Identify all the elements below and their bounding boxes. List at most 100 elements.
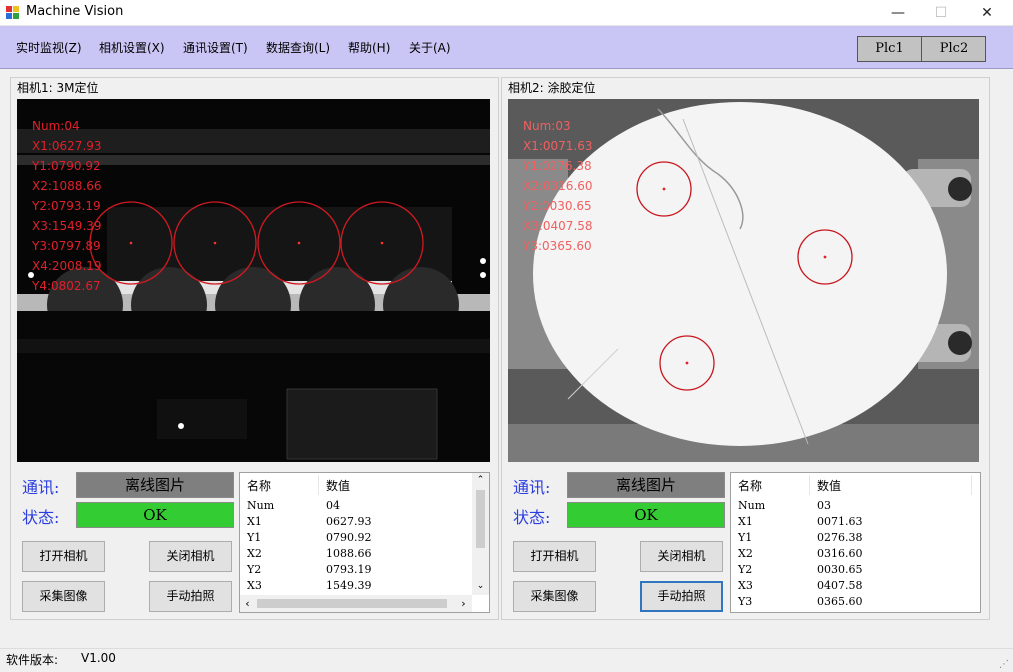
version-label: 软件版本: (6, 653, 59, 667)
table-cell-value: 0316.60 (817, 547, 863, 560)
plc2-button[interactable]: Plc2 (922, 37, 986, 61)
camera1-overlay-y1: Y1:0790.92 (32, 159, 101, 173)
camera1-open-camera-button[interactable]: 打开相机 (22, 541, 105, 572)
camera2-status-value: OK (567, 502, 725, 528)
status-bar: 软件版本: V1.00 ⋰ (0, 648, 1013, 672)
camera1-comm-label: 通讯: (22, 478, 60, 497)
menu-about[interactable]: 关于(A) (409, 39, 451, 56)
table-cell-name: X3 (738, 579, 753, 592)
plc1-button[interactable]: Plc1 (858, 37, 922, 61)
scrollbar-thumb[interactable] (476, 490, 485, 548)
plc-selector: Plc1 Plc2 (857, 36, 986, 62)
table-cell-value: 1549.39 (326, 579, 372, 592)
camera2-status-label: 状态: (513, 508, 551, 527)
table-cell-name: Y1 (247, 531, 262, 544)
camera2-open-camera-button[interactable]: 打开相机 (513, 541, 596, 572)
camera2-overlay-y2: Y2:0030.65 (523, 199, 592, 213)
version-value: V1.00 (81, 651, 116, 665)
app-icon (6, 6, 20, 20)
scroll-up-icon[interactable]: ⌃ (472, 473, 489, 488)
camera1-status-label: 状态: (22, 508, 60, 527)
camera2-view: Num:03 X1:0071.63 Y1:0276.38 X2:0316.60 … (508, 99, 979, 462)
table-cell-name: Num (247, 499, 275, 512)
camera1-panel: 相机1: 3M定位 Num:04 X1:0627.93 Y1:0790.92 X… (10, 77, 499, 620)
camera2-data-table[interactable]: 名称 数值 Num 03 X1 0071.63 Y1 0276.38 X2 0316.6… (730, 472, 981, 613)
camera2-image (508, 99, 979, 462)
camera1-status-value: OK (76, 502, 234, 528)
table-cell-name: X1 (247, 515, 262, 528)
scrollbar-thumb[interactable] (257, 599, 447, 608)
table-cell-name: Y3 (738, 595, 753, 608)
camera2-capture-button[interactable]: 采集图像 (513, 581, 596, 612)
resize-grip-icon[interactable]: ⋰ (999, 659, 1009, 670)
camera1-overlay-x1: X1:0627.93 (32, 139, 102, 153)
table-cell-value: 0365.60 (817, 595, 863, 608)
table-cell-value: 0071.63 (817, 515, 863, 528)
camera2-title: 相机2: 涂胶定位 (506, 79, 598, 96)
table-cell-value: 0793.19 (326, 563, 372, 576)
column-separator (318, 475, 319, 495)
camera2-comm-label: 通讯: (513, 478, 551, 497)
menu-camera-settings[interactable]: 相机设置(X) (99, 39, 165, 56)
camera2-overlay-y3: Y3:0365.60 (523, 239, 592, 253)
camera1-overlay-x2: X2:1088.66 (32, 179, 102, 193)
minimize-button[interactable]: — (875, 0, 921, 26)
table-cell-name: X1 (738, 515, 753, 528)
menu-realtime-monitor[interactable]: 实时监视(Z) (16, 39, 82, 56)
camera1-overlay-y3: Y3:0797.89 (32, 239, 101, 253)
camera1-table-header-name: 名称 (247, 479, 272, 493)
menu-comm-settings[interactable]: 通讯设置(T) (183, 39, 248, 56)
camera1-view: Num:04 X1:0627.93 Y1:0790.92 X2:1088.66 … (17, 99, 490, 462)
menu-data-query[interactable]: 数据查询(L) (266, 39, 330, 56)
table-cell-name: X2 (738, 547, 753, 560)
column-separator (971, 475, 972, 495)
camera2-table-header-name: 名称 (738, 479, 763, 493)
title-bar: Machine Vision — ☐ ✕ (0, 0, 1013, 26)
camera1-close-camera-button[interactable]: 关闭相机 (149, 541, 232, 572)
camera2-overlay-x3: X3:0407.58 (523, 219, 593, 233)
camera2-panel: 相机2: 涂胶定位 Num:03 X1:0071.63 Y1:0276.38 X… (501, 77, 990, 620)
camera1-manual-shot-button[interactable]: 手动拍照 (149, 581, 232, 612)
scroll-down-icon[interactable]: ⌄ (472, 579, 489, 594)
camera1-overlay-y4: Y4:0802.67 (32, 279, 101, 293)
camera2-manual-shot-button[interactable]: 手动拍照 (640, 581, 723, 612)
camera1-overlay-x3: X3:1549.39 (32, 219, 102, 233)
table-cell-name: Y2 (247, 563, 262, 576)
camera2-table-header-value: 数值 (817, 479, 842, 493)
camera1-capture-button[interactable]: 采集图像 (22, 581, 105, 612)
table-cell-name: Num (738, 499, 766, 512)
table-cell-name: Y2 (738, 563, 753, 576)
scroll-left-icon[interactable]: ‹ (240, 595, 255, 612)
camera1-table-header-value: 数值 (326, 479, 351, 493)
table-cell-value: 04 (326, 499, 340, 512)
camera1-overlay-num: Num:04 (32, 119, 80, 133)
camera1-data-table[interactable]: 名称 数值 Num 04 X1 0627.93 Y1 0790.92 X2 1088.6… (239, 472, 490, 613)
table-cell-value: 0790.92 (326, 531, 372, 544)
table-cell-name: Y1 (738, 531, 753, 544)
table-cell-name: X3 (247, 579, 262, 592)
camera1-table-vscrollbar[interactable]: ⌃ ⌄ (472, 473, 489, 595)
window-title: Machine Vision (26, 4, 124, 19)
table-cell-value: 0627.93 (326, 515, 372, 528)
table-cell-value: 0030.65 (817, 563, 863, 576)
camera1-comm-value: 离线图片 (76, 472, 234, 498)
camera2-close-camera-button[interactable]: 关闭相机 (640, 541, 723, 572)
table-cell-value: 03 (817, 499, 831, 512)
camera1-table-hscrollbar[interactable]: ‹ › (240, 595, 472, 612)
menu-bar: 实时监视(Z) 相机设置(X) 通讯设置(T) 数据查询(L) 帮助(H) 关于… (0, 26, 1013, 69)
table-cell-name: X2 (247, 547, 262, 560)
close-button[interactable]: ✕ (964, 0, 1010, 26)
camera1-overlay-x4: X4:2008.19 (32, 259, 102, 273)
scroll-right-icon[interactable]: › (456, 595, 471, 612)
camera2-overlay-x2: X2:0316.60 (523, 179, 593, 193)
menu-help[interactable]: 帮助(H) (348, 39, 390, 56)
camera2-overlay-y1: Y1:0276.38 (523, 159, 592, 173)
table-cell-value: 0407.58 (817, 579, 863, 592)
column-separator (809, 475, 810, 495)
camera1-overlay-y2: Y2:0793.19 (32, 199, 101, 213)
camera2-overlay-num: Num:03 (523, 119, 571, 133)
camera1-title: 相机1: 3M定位 (15, 79, 101, 96)
maximize-button[interactable]: ☐ (918, 0, 964, 26)
camera2-comm-value: 离线图片 (567, 472, 725, 498)
table-cell-value: 1088.66 (326, 547, 372, 560)
